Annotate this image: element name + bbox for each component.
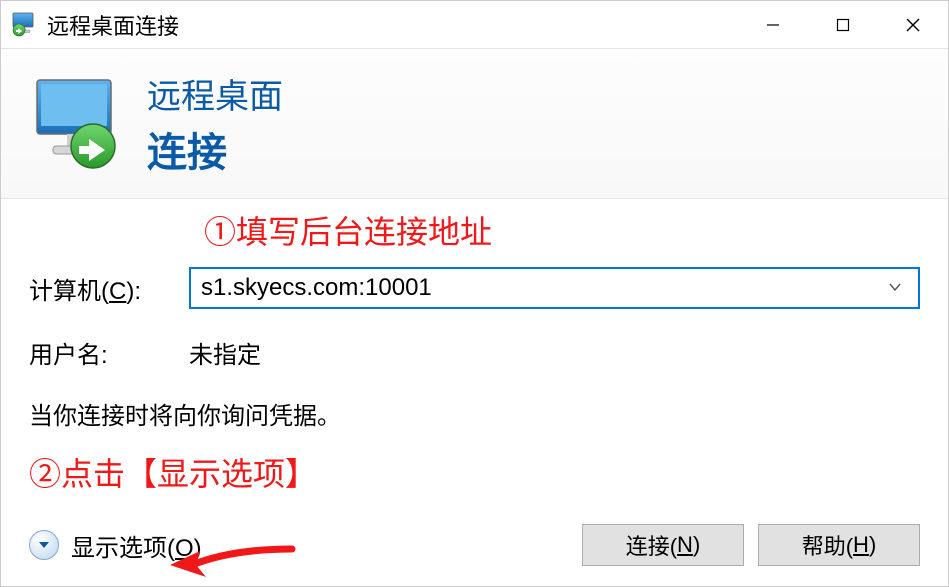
credentials-info: 当你连接时将向你询问凭据。 — [29, 396, 920, 431]
annotation-arrow-icon — [162, 541, 302, 581]
header-icon — [29, 74, 129, 174]
minimize-button[interactable] — [738, 1, 808, 48]
bottom-row: 显示选项(O) 连接(N) 帮助(H) — [1, 524, 948, 586]
header-text: 远程桌面 连接 — [147, 69, 283, 178]
username-label: 用户名: — [29, 335, 189, 370]
computer-label: 计算机(C): — [29, 271, 189, 306]
content-area: ①填写后台连接地址 计算机(C): s1.skyecs.com:10001 用户… — [1, 199, 948, 524]
help-button[interactable]: 帮助(H) — [758, 524, 920, 566]
computer-row: 计算机(C): s1.skyecs.com:10001 — [29, 267, 920, 309]
maximize-button[interactable] — [808, 1, 878, 48]
annotation-step1: ①填写后台连接地址 — [204, 207, 920, 253]
header-line2: 连接 — [147, 120, 283, 178]
expand-down-icon — [29, 530, 59, 560]
chevron-down-icon[interactable] — [882, 280, 908, 297]
header-line1: 远程桌面 — [147, 69, 283, 118]
window: 远程桌面连接 — [0, 0, 949, 587]
titlebar: 远程桌面连接 — [1, 1, 948, 49]
connect-button[interactable]: 连接(N) — [582, 524, 744, 566]
close-button[interactable] — [878, 1, 948, 48]
app-icon — [11, 11, 39, 39]
username-row: 用户名: 未指定 — [29, 335, 920, 370]
window-title: 远程桌面连接 — [47, 9, 738, 41]
username-value: 未指定 — [189, 335, 261, 370]
computer-combobox[interactable]: s1.skyecs.com:10001 — [189, 267, 920, 309]
annotation-step2: ②点击【显示选项】 — [29, 449, 920, 495]
window-controls — [738, 1, 948, 48]
computer-value: s1.skyecs.com:10001 — [201, 274, 882, 302]
header-banner: 远程桌面 连接 — [1, 49, 948, 199]
